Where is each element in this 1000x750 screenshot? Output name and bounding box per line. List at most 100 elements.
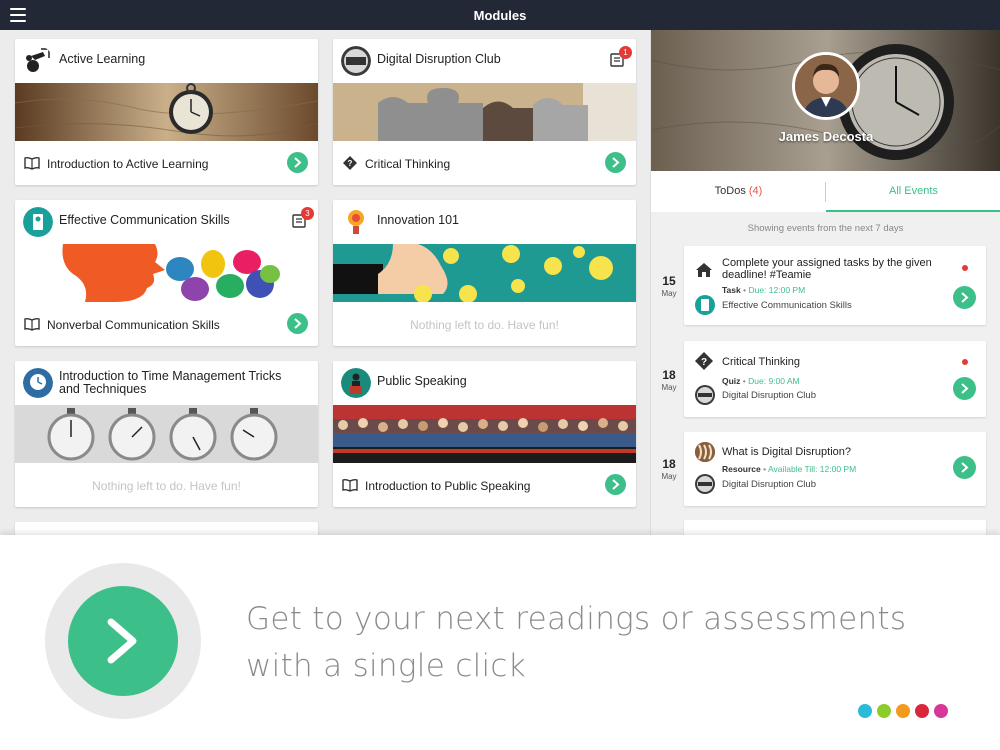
event-meta: Task • Due: 12:00 PM [722, 285, 805, 295]
quiz-icon: ? [695, 352, 713, 370]
brand-dot [858, 704, 872, 718]
module-card-time-management[interactable]: Introduction to Time Management Tricks a… [15, 361, 318, 507]
event-course: Digital Disruption Club [722, 390, 816, 401]
event-card[interactable]: What is Digital Disruption? Resource • A… [684, 432, 986, 506]
event-card[interactable]: Complete your assigned tasks by the give… [684, 246, 986, 325]
module-card-active-learning[interactable]: Active Learning Introduction to Active L… [15, 39, 318, 185]
event-course: Effective Communication Skills [722, 300, 852, 311]
event-title: Critical Thinking [722, 356, 801, 368]
active-learning-icon [23, 46, 53, 76]
top-bar: Modules [0, 0, 1000, 30]
page-title: Modules [473, 8, 527, 23]
event-day: 18 [662, 457, 676, 471]
event-course: Digital Disruption Club [722, 479, 816, 490]
module-card-header: Active Learning [15, 39, 318, 83]
module-title: Public Speaking [377, 374, 467, 388]
module-next-item: Introduction to Active Learning [47, 157, 209, 171]
module-banner-image [333, 83, 636, 141]
quiz-icon: ? [343, 156, 357, 170]
module-banner-image [15, 405, 318, 463]
innovation-icon [341, 207, 371, 237]
module-banner-image [333, 405, 636, 463]
module-title: Digital Disruption Club [377, 52, 501, 66]
module-card-public-speaking[interactable]: Public Speaking Introduction to Public S… [333, 361, 636, 507]
brand-dot [877, 704, 891, 718]
chevron-right-icon [612, 157, 620, 168]
event-card-partial[interactable] [684, 520, 986, 535]
event-type: Task [722, 285, 741, 295]
communication-icon [23, 207, 53, 237]
event-meta: Quiz • Due: 9:00 AM [722, 376, 800, 386]
profile-name: James Decosta [778, 129, 874, 144]
next-item-button[interactable] [68, 586, 178, 696]
event-when: Due: 12:00 PM [748, 285, 806, 295]
tab-all-events[interactable]: All Events [826, 171, 1000, 212]
svg-text:?: ? [348, 159, 353, 168]
chevron-right-icon [961, 292, 969, 303]
go-arrow-button[interactable] [287, 152, 308, 173]
module-card-footer[interactable]: Introduction to Active Learning [15, 141, 318, 185]
module-title: Innovation 101 [377, 213, 460, 227]
promo-tagline: Get to your next readings or assessments… [246, 601, 907, 684]
module-next-item: Critical Thinking [365, 157, 451, 171]
event-date: 18 May [651, 368, 687, 392]
module-card-innovation-101[interactable]: Innovation 101 Nothing left to do. Have … [333, 200, 636, 346]
tab-todos[interactable]: ToDos (4) [651, 171, 826, 212]
module-card-digital-disruption-club[interactable]: Digital Disruption Club 1 ? Critical Thi… [333, 39, 636, 185]
module-card-footer[interactable]: Introduction to Public Speaking [333, 463, 636, 507]
event-month: May [661, 289, 677, 298]
digital-disruption-logo-icon [341, 46, 371, 76]
event-meta-separator: • [760, 464, 768, 474]
chevron-right-icon [107, 618, 137, 664]
book-icon [24, 317, 40, 331]
event-meta-separator: • [740, 376, 749, 386]
module-card-footer: Nothing left to do. Have fun! [15, 463, 318, 507]
go-arrow-button[interactable] [605, 152, 626, 173]
go-arrow-button[interactable] [953, 377, 976, 400]
go-arrow-button[interactable] [953, 286, 976, 309]
module-title: Active Learning [59, 52, 146, 66]
brand-dot [896, 704, 910, 718]
module-card-header: Innovation 101 [333, 200, 636, 244]
module-title: Introduction to Time Management Tricks a… [59, 369, 282, 396]
module-banner-image [333, 244, 636, 302]
book-icon [24, 156, 40, 170]
todo-list-icon[interactable]: 3 [292, 207, 314, 229]
home-icon [696, 263, 712, 277]
unread-dot [962, 265, 968, 271]
tab-todos-label: ToDos [714, 185, 746, 197]
avatar[interactable] [792, 52, 860, 120]
module-card-footer: Nothing left to do. Have fun! [333, 302, 636, 346]
todos-count: (4) [748, 185, 763, 197]
module-card-footer[interactable]: ? Critical Thinking [333, 141, 636, 185]
notification-badge: 3 [301, 207, 314, 220]
brand-dot [934, 704, 948, 718]
event-tabs: ToDos (4) All Events [651, 171, 1000, 212]
event-month: May [661, 383, 677, 392]
notification-badge: 1 [619, 46, 632, 59]
event-day: 18 [662, 368, 676, 382]
todo-list-icon[interactable]: 1 [610, 46, 632, 68]
module-card-header: Digital Disruption Club 1 [333, 39, 636, 83]
course-icon [695, 474, 715, 494]
event-when: Available Till: 12:00 PM [767, 464, 857, 474]
go-arrow-button[interactable] [287, 313, 308, 334]
chevron-right-icon [961, 462, 969, 473]
events-range-text: Showing events from the next 7 days [747, 223, 904, 234]
event-when: Due: 9:00 AM [748, 376, 800, 386]
public-speaking-icon [341, 368, 371, 398]
module-title: Effective Communication Skills [59, 213, 230, 227]
module-card-effective-communication-skills[interactable]: Effective Communication Skills 3 Nonverb… [15, 200, 318, 346]
resource-icon [695, 442, 715, 462]
module-next-item: Nonverbal Communication Skills [47, 318, 220, 332]
module-card-partial[interactable] [15, 522, 318, 535]
svg-text:?: ? [701, 357, 707, 368]
course-icon [695, 385, 715, 405]
event-meta: Resource • Available Till: 12:00 PM [722, 464, 856, 474]
go-arrow-button[interactable] [605, 474, 626, 495]
event-title: What is Digital Disruption? [722, 446, 851, 458]
module-card-footer[interactable]: Nonverbal Communication Skills [15, 302, 318, 346]
module-card-header: Public Speaking [333, 361, 636, 405]
go-arrow-button[interactable] [953, 456, 976, 479]
event-card[interactable]: ? Critical Thinking Quiz • Due: 9:00 AM … [684, 341, 986, 417]
